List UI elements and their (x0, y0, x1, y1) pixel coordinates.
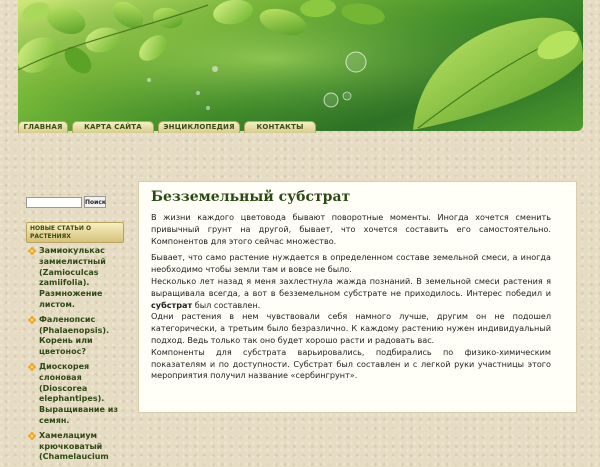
search-input[interactable] (26, 197, 82, 208)
nav-tab-home[interactable]: ГЛАВНАЯ (18, 121, 68, 133)
article-line: Компоненты для субстрата варьировались, … (151, 346, 551, 381)
article-title: Безземельный субстрат (151, 189, 351, 205)
list-item-label: Фаленопсис (Phalaenopsis). Корень или цв… (39, 314, 110, 357)
search-button[interactable]: Поиск (84, 196, 106, 208)
header-banner (18, 0, 583, 131)
article-line: Несколько лет назад я меня захлестнула ж… (151, 276, 551, 311)
leaves-banner-image (18, 0, 583, 131)
flower-bullet-icon (28, 431, 36, 440)
new-articles-list: Замиокулькас замиелистный (Zamioculcas z… (26, 246, 128, 467)
article-paragraph: В жизни каждого цветовода бывают поворот… (151, 212, 551, 246)
article-text: был составлен. (192, 299, 261, 310)
flower-bullet-icon (28, 315, 36, 324)
list-item[interactable]: Хамелациум крючковатый (Chamelaucium (26, 431, 128, 463)
article-paragraph: Бывает, что само растение нуждается в оп… (151, 252, 551, 382)
bold-term: субстрат (151, 299, 193, 310)
list-item-label: Замиокулькас замиелистный (Zamioculcas z… (39, 246, 106, 309)
flower-bullet-icon (28, 363, 36, 371)
new-articles-heading: НОВЫЕ СТАТЬИ О РАСТЕНИЯХ (26, 222, 124, 243)
list-item-label: Диоскорея слоновая (Dioscorea elephantip… (39, 361, 118, 425)
nav-tab-encyclopedia[interactable]: ЭНЦИКЛОПЕДИЯ (158, 121, 240, 133)
flower-bullet-icon (28, 247, 36, 255)
list-item[interactable]: Фаленопсис (Phalaenopsis). Корень или цв… (26, 315, 128, 358)
article-line: Одни растения в нем чувствовали себя нам… (151, 311, 551, 345)
nav-tab-contacts[interactable]: КОНТАКТЫ (244, 121, 316, 133)
article-body: В жизни каждого цветовода бывают поворот… (151, 212, 551, 387)
list-item-label: Хамелациум крючковатый (Chamelaucium (39, 430, 109, 462)
list-item[interactable]: Замиокулькас замиелистный (Zamioculcas z… (26, 246, 128, 311)
article-panel: Безземельный субстрат В жизни каждого цв… (138, 181, 577, 413)
article-text: Несколько лет назад я меня захлестнула ж… (151, 275, 551, 298)
list-item[interactable]: Диоскорея слоновая (Dioscorea elephantip… (26, 362, 128, 427)
nav-tab-sitemap[interactable]: КАРТА САЙТА (72, 121, 154, 133)
article-line: Бывает, что само растение нуждается в оп… (151, 252, 551, 275)
